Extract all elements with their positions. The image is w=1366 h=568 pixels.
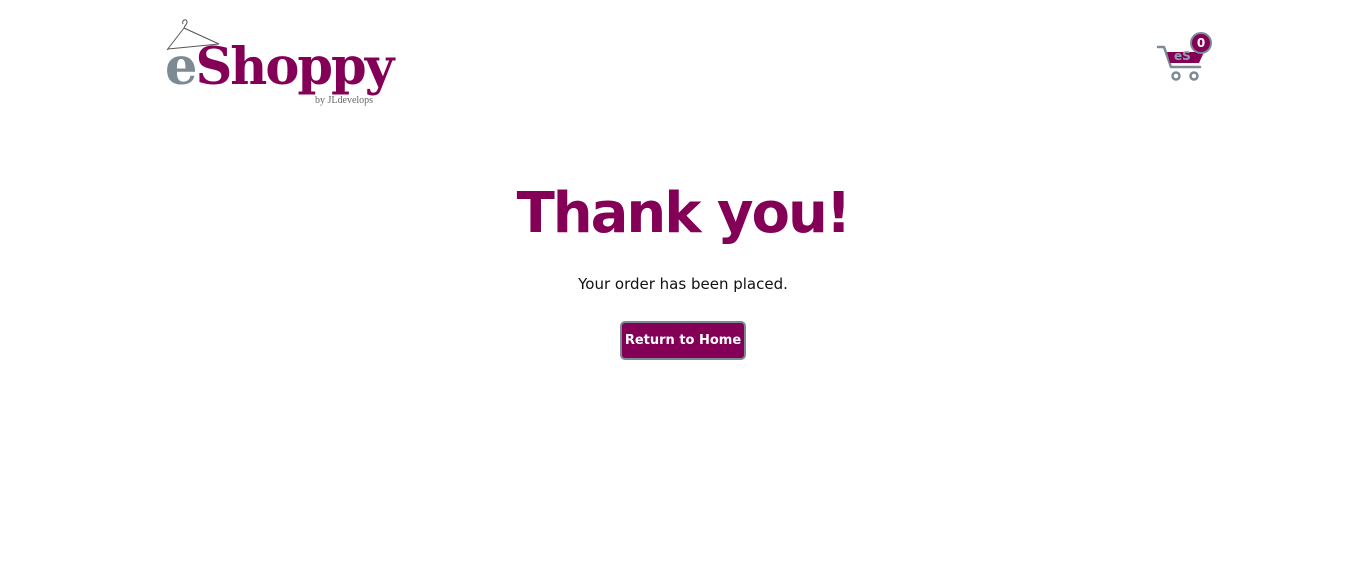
logo-e: e xyxy=(165,37,197,97)
thank-you-page: eShoppy by JLdevelops eS 0 Thank you! Yo… xyxy=(0,0,1366,568)
logo-wordmark: eShoppy xyxy=(165,37,394,97)
cart-count-badge: 0 xyxy=(1190,32,1212,54)
logo-brand: Shoppy xyxy=(195,37,394,97)
confirmation-message: Your order has been placed. xyxy=(578,275,788,293)
page-title: Thank you! xyxy=(516,181,852,246)
logo-byline: by JLdevelops xyxy=(315,95,374,106)
return-home-button[interactable]: Return to Home xyxy=(620,321,746,360)
logo-link[interactable]: eShoppy by JLdevelops xyxy=(165,16,405,110)
cart-brand: eS xyxy=(1174,49,1191,63)
cart-button[interactable]: eS 0 xyxy=(1156,30,1218,84)
